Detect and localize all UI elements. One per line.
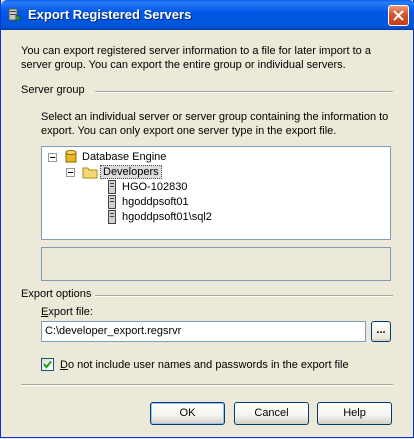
tree-node-server[interactable]: hgoddpsoft01 (108, 194, 358, 210)
tree-node-root[interactable]: Database Engine (48, 149, 348, 165)
browse-button[interactable]: ... (371, 321, 391, 342)
exclude-credentials-label[interactable]: Do not include user names and passwords … (60, 359, 349, 371)
close-button[interactable] (388, 5, 409, 26)
ok-button[interactable]: OK (150, 402, 225, 425)
registered-servers-icon (7, 7, 23, 23)
footer-separator (21, 384, 393, 386)
server-group-separator (95, 91, 393, 93)
exclude-credentials-accelerator: D (60, 359, 68, 371)
intro-text: You can export registered server informa… (21, 45, 371, 71)
exclude-credentials-label-text: o not include user names and passwords i… (67, 359, 349, 371)
server-group-instructions: Select an individual server or server gr… (41, 111, 389, 137)
export-options-label: Export options (21, 288, 92, 300)
tree-server-label: HGO-102830 (122, 181, 188, 193)
window-title: Export Registered Servers (28, 7, 192, 22)
export-file-label-text: xport file: (48, 306, 93, 318)
tree-folder-label: Developers (100, 165, 162, 179)
export-file-label: Export file: (41, 306, 93, 318)
exclude-credentials-checkbox[interactable] (41, 358, 54, 371)
tree-root-label: Database Engine (82, 151, 167, 163)
tree-server-label: hgoddpsoft01\sql2 (122, 211, 212, 223)
tree-node-server[interactable]: hgoddpsoft01\sql2 (108, 209, 358, 225)
cancel-button[interactable]: Cancel (234, 402, 309, 425)
tree-node-folder[interactable]: Developers (66, 164, 346, 180)
tree-server-label: hgoddpsoft01 (122, 196, 189, 208)
checkmark-icon (43, 360, 52, 369)
server-tree[interactable]: Database Engine Developers HGO-102830 hg… (41, 146, 391, 240)
server-icon (108, 210, 116, 227)
export-dialog: Export Registered Servers You can export… (0, 0, 414, 438)
server-group-label: Server group (21, 84, 85, 96)
help-button[interactable]: Help (317, 402, 392, 425)
title-bar[interactable]: Export Registered Servers (1, 0, 414, 30)
close-icon (393, 10, 404, 21)
export-file-input[interactable]: C:\developer_export.regsrvr (41, 321, 366, 342)
collapse-icon[interactable] (66, 168, 75, 177)
folder-icon (82, 166, 98, 182)
description-box (41, 247, 391, 281)
export-options-separator (95, 295, 393, 297)
collapse-icon[interactable] (48, 153, 57, 162)
tree-node-server[interactable]: HGO-102830 (108, 179, 358, 195)
